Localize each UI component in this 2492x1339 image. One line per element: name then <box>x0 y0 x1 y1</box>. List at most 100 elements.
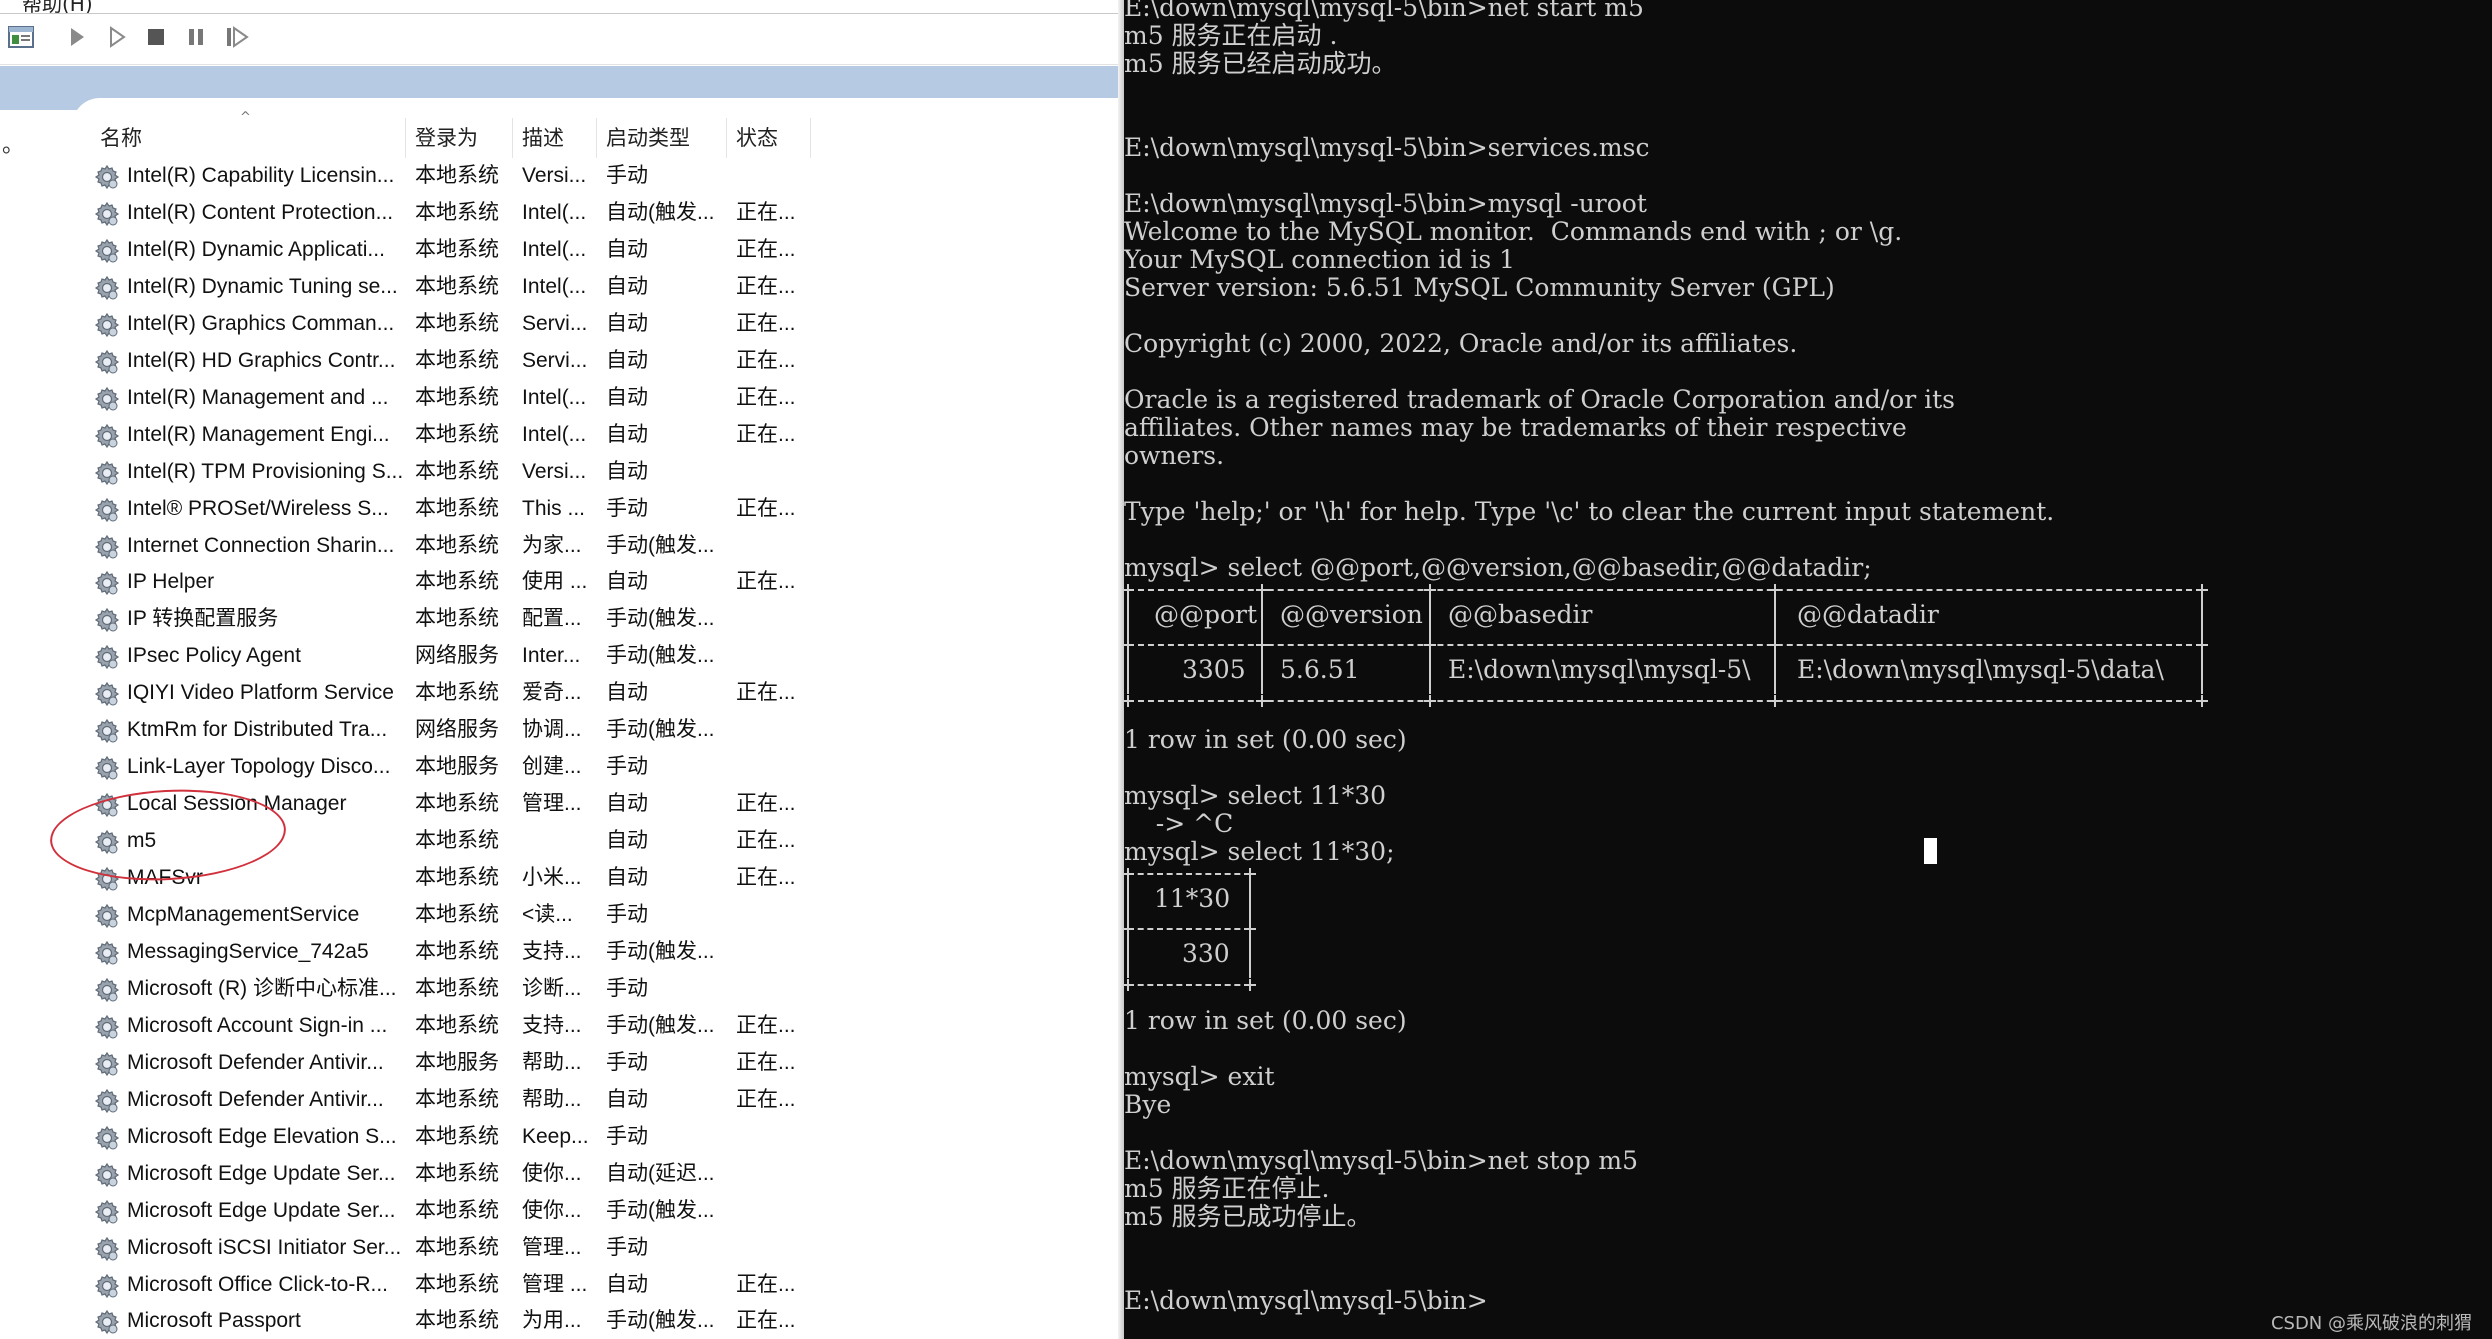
service-logon: 本地系统 <box>415 570 499 594</box>
console-view-icon[interactable] <box>6 22 36 52</box>
column-divider[interactable] <box>810 118 811 158</box>
service-row[interactable]: Intel(R) Management Engi... 本地系统 Intel(...… <box>90 417 810 453</box>
watermark: CSDN @乘风破浪的刺猬 <box>2270 1313 2472 1334</box>
service-gear-icon <box>94 497 120 523</box>
service-row[interactable]: Intel® PROSet/Wireless S... 本地系统 This ... 手… <box>90 491 810 527</box>
service-description: Versi... <box>522 459 587 483</box>
service-description: 小米... <box>522 866 582 890</box>
service-row[interactable]: Intel(R) HD Graphics Contr... 本地系统 Servi..… <box>90 343 810 379</box>
stop-service-icon[interactable] <box>141 22 171 52</box>
service-status: 正在... <box>736 866 796 890</box>
service-row[interactable]: Microsoft Edge Elevation S... 本地系统 Keep...… <box>90 1119 810 1155</box>
service-row[interactable]: Intel(R) Dynamic Tuning se... 本地系统 Intel(.… <box>90 269 810 305</box>
service-startup-type: 自动 <box>606 1087 648 1111</box>
console-line: mysql> exit <box>1124 1062 1275 1091</box>
service-row[interactable]: Intel(R) Capability Licensin... 本地系统 Versi… <box>90 158 810 194</box>
start-next-icon[interactable] <box>102 22 132 52</box>
console-line: Welcome to the MySQL monitor. Commands e… <box>1124 217 1903 246</box>
service-row[interactable]: Microsoft iSCSI Initiator Ser... 本地系统 管理..… <box>90 1230 810 1266</box>
service-status: 正在... <box>736 274 796 298</box>
console-line: E:\down\mysql\mysql-5\bin> <box>1124 1286 1488 1315</box>
service-row[interactable]: Microsoft Defender Antivir... 本地服务 帮助... 手动… <box>90 1045 810 1081</box>
service-logon: 本地系统 <box>415 1013 499 1037</box>
service-gear-icon <box>94 312 120 338</box>
column-header-startup-type[interactable]: 启动类型 <box>606 122 690 156</box>
column-divider[interactable] <box>726 118 727 158</box>
service-row[interactable]: Intel(R) Content Protection... 本地系统 Intel(… <box>90 195 810 231</box>
column-header-name[interactable]: 名称 <box>100 122 142 156</box>
service-row[interactable]: Microsoft Edge Update Ser... 本地系统 使你... 自动(… <box>90 1156 810 1192</box>
service-description: 支持... <box>522 1013 582 1037</box>
service-startup-type: 手动 <box>606 903 648 926</box>
service-gear-icon <box>94 1014 120 1040</box>
cmd-console[interactable]: E:\down\mysql\mysql-5\bin>net start m5 m5… <box>1124 0 2492 1339</box>
service-status: 正在... <box>736 237 796 261</box>
service-description: Servi... <box>522 311 588 335</box>
service-description: 使你... <box>522 1198 582 1222</box>
column-header-status[interactable]: 状态 <box>736 122 778 156</box>
table-border <box>1128 700 2202 702</box>
column-divider[interactable] <box>405 118 406 158</box>
service-logon: 本地系统 <box>415 1124 499 1148</box>
service-row[interactable]: Microsoft Edge Update Ser... 本地系统 使你... 手动(… <box>90 1193 810 1229</box>
console-line: 1 row in set (0.00 sec) <box>1124 725 1407 754</box>
service-row[interactable]: Microsoft (R) 诊断中心标准... 本地系统 诊断... 手动 <box>90 971 810 1007</box>
service-row[interactable]: Microsoft Defender Antivir... 本地系统 帮助... 自动… <box>90 1082 810 1118</box>
service-startup-type: 自动 <box>606 681 648 705</box>
service-status: 正在... <box>736 385 796 409</box>
service-gear-icon <box>94 1162 120 1188</box>
service-logon: 网络服务 <box>415 644 499 668</box>
console-line: Bye <box>1124 1090 1172 1119</box>
table-header-cell: @@datadir <box>1797 600 1939 629</box>
column-divider[interactable] <box>512 118 513 158</box>
service-startup-type: 自动(触发... <box>606 200 715 224</box>
console-line: E:\down\mysql\mysql-5\bin>services.msc <box>1124 133 1650 162</box>
pause-service-icon[interactable] <box>181 22 211 52</box>
service-gear-icon <box>94 1199 120 1225</box>
column-divider[interactable] <box>596 118 597 158</box>
service-status: 正在... <box>736 348 796 372</box>
console-line: m5 服务正在启动 . <box>1124 21 1338 50</box>
menu-help[interactable]: 帮助(H) <box>22 0 93 13</box>
table-data-cell: E:\down\mysql\mysql-5\data\ <box>1797 655 2164 684</box>
service-description: 帮助... <box>522 1050 582 1074</box>
service-status: 正在... <box>736 829 796 853</box>
service-row[interactable]: Microsoft Passport 本地系统 为用... 手动(触发... 正在... <box>90 1303 810 1339</box>
service-row[interactable]: Microsoft Office Click-to-R... 本地系统 管理 ...… <box>90 1267 810 1303</box>
service-row[interactable]: IP Helper 本地系统 使用 ... 自动 正在... <box>90 564 810 600</box>
service-row[interactable]: Intel(R) Management and ... 本地系统 Intel(...… <box>90 380 810 416</box>
column-header-logon[interactable]: 登录为 <box>415 122 478 156</box>
service-row[interactable]: Intel(R) Graphics Comman... 本地系统 Servi... 自… <box>90 306 810 342</box>
start-service-icon[interactable] <box>62 22 92 52</box>
service-row[interactable]: IPsec Policy Agent 网络服务 Inter... 手动(触发... <box>90 638 810 674</box>
service-description: 为家... <box>522 533 582 557</box>
service-description: Servi... <box>522 348 588 372</box>
console-line: Server version: 5.6.51 MySQL Community S… <box>1124 273 1835 302</box>
console-line: E:\down\mysql\mysql-5\bin>net start m5 <box>1124 0 1644 22</box>
service-row[interactable]: Internet Connection Sharin... 本地系统 为家... 手动… <box>90 528 810 564</box>
restart-service-icon[interactable] <box>222 22 252 52</box>
service-startup-type: 自动 <box>606 792 648 816</box>
service-row[interactable]: KtmRm for Distributed Tra... 网络服务 协调... 手动(… <box>90 712 810 748</box>
service-row[interactable]: IP 转换配置服务 本地系统 配置... 手动(触发... <box>90 601 810 637</box>
service-row[interactable]: IQIYI Video Platform Service 本地系统 爱奇... 自动正… <box>90 675 810 711</box>
service-row[interactable]: McpManagementService 本地系统 <读... 手动 <box>90 897 810 933</box>
service-startup-type: 手动 <box>606 1050 648 1074</box>
table-border <box>1127 934 1129 978</box>
column-header-description[interactable]: 描述 <box>522 122 564 156</box>
table-data-cell: E:\down\mysql\mysql-5\ <box>1448 655 1751 684</box>
service-gear-icon <box>94 460 120 486</box>
service-status: 正在... <box>736 311 796 335</box>
service-row[interactable]: Intel(R) TPM Provisioning S... 本地系统 Versi.… <box>90 454 810 490</box>
service-status: 正在... <box>736 1050 796 1074</box>
toolbar <box>0 14 1124 65</box>
table-border-corner <box>1424 695 1436 707</box>
service-row[interactable]: Microsoft Account Sign-in ... 本地系统 支持... 手动… <box>90 1008 810 1044</box>
service-row[interactable]: MessagingService_742a5 本地系统 支持... 手动(触发... <box>90 934 810 970</box>
service-status: 正在... <box>736 1087 796 1111</box>
service-row[interactable]: Link-Layer Topology Disco... 本地服务 创建... 手动 <box>90 749 810 785</box>
service-status: 正在... <box>736 1272 796 1296</box>
service-row[interactable]: Intel(R) Dynamic Applicati... 本地系统 Intel(.… <box>90 232 810 268</box>
console-line: Copyright (c) 2000, 2022, Oracle and/or … <box>1124 329 1798 358</box>
table-border-corner <box>1124 979 1134 991</box>
